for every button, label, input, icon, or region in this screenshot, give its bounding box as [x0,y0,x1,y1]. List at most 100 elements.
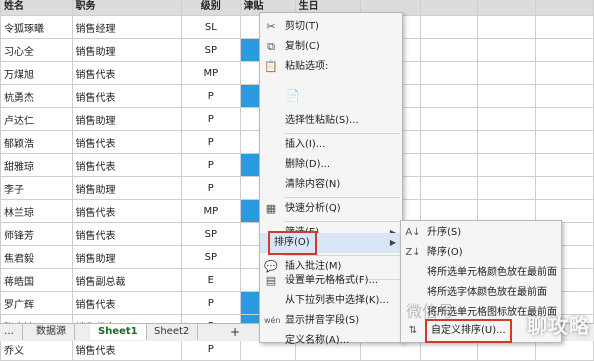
name-cell[interactable]: 蒋皓国 [0,268,73,292]
title-cell[interactable]: 销售助理 [71,107,183,131]
header-level[interactable]: 级别 [181,0,241,16]
name-cell[interactable]: 李子 [0,176,73,200]
menu-item-phonetic[interactable]: wén 显示拼音字段(S) [260,311,402,331]
title-cell[interactable]: 销售代表 [71,84,183,108]
title-cell[interactable]: 销售代表 [71,130,183,154]
context-menu: ✂ 剪切(T) ⧉ 复制(C) 📋 粘贴选项: 📄 选择性粘贴(S)... 插入(I)… [259,12,403,346]
name-cell[interactable]: 令狐琢曦 [0,15,73,39]
name-cell[interactable]: 习心全 [0,38,73,62]
empty-cell[interactable] [419,84,479,108]
title-cell[interactable]: 销售代表 [71,222,183,246]
title-cell[interactable]: 销售代表 [71,291,183,315]
header-title[interactable]: 职务 [71,0,183,16]
header-empty[interactable] [535,0,594,16]
menu-item-format-cells[interactable]: ▤ 设置单元格格式(F)... [260,271,402,291]
menu-item-clear[interactable]: 清除内容(N) [260,175,402,195]
menu-item-pick-list[interactable]: 从下拉列表中选择(K)... [260,291,402,311]
level-cell[interactable]: P [181,176,241,200]
submenu-item-descending[interactable]: Z↓ 降序(O) [401,243,561,263]
level-cell[interactable]: E [181,268,241,292]
level-cell[interactable]: P [181,107,241,131]
menu-item-delete[interactable]: 删除(D)... [260,155,402,175]
empty-cell[interactable] [419,61,479,85]
menu-item-define-name[interactable]: 定义名称(A)... [260,331,402,351]
submenu-item-label: 升序(S) [427,227,462,238]
empty-cell[interactable] [419,38,479,62]
title-cell[interactable]: 销售经理 [71,15,183,39]
empty-cell[interactable] [535,176,594,200]
name-cell[interactable]: 杭勇杰 [0,84,73,108]
submenu-item-ascending[interactable]: A↓ 升序(S) [401,223,561,243]
title-cell[interactable]: 销售助理 [71,38,183,62]
add-sheet-button[interactable]: + [222,324,248,340]
name-cell[interactable]: 师锋芳 [0,222,73,246]
empty-cell[interactable] [477,61,537,85]
menu-item-copy[interactable]: ⧉ 复制(C) [260,37,402,57]
name-cell[interactable]: 卢达仁 [0,107,73,131]
level-cell[interactable]: SP [181,222,241,246]
menu-item-insert[interactable]: 插入(I)... [260,135,402,155]
empty-cell[interactable] [419,153,479,177]
level-cell[interactable]: MP [181,61,241,85]
empty-cell[interactable] [477,153,537,177]
empty-cell[interactable] [477,176,537,200]
name-cell[interactable]: 万煤旭 [0,61,73,85]
header-empty[interactable] [477,0,537,16]
scissors-icon: ✂ [266,20,276,33]
submenu-item-cell-color-top[interactable]: 将所选单元格颜色放在最前面 [401,263,561,283]
name-cell[interactable]: 郁颖浩 [0,130,73,154]
empty-cell[interactable] [419,130,479,154]
submenu-arrow-icon: ▶ [389,238,396,247]
level-cell[interactable]: SP [181,38,241,62]
name-cell[interactable]: 甜雅琼 [0,153,73,177]
menu-item-cut[interactable]: ✂ 剪切(T) [260,17,402,37]
empty-cell[interactable] [419,15,479,39]
tab-scroll[interactable]: … [0,324,23,340]
name-cell[interactable]: 焦君毅 [0,245,73,269]
level-cell[interactable]: SL [181,15,241,39]
empty-cell[interactable] [419,107,479,131]
title-cell[interactable]: 销售助理 [71,176,183,200]
empty-cell[interactable] [477,38,537,62]
menu-divider [284,221,400,222]
menu-item-paste-special[interactable]: 选择性粘贴(S)... [260,111,402,131]
empty-cell[interactable] [535,130,594,154]
level-cell[interactable]: SP [181,245,241,269]
tab-data-source[interactable]: 数据源 [28,324,75,340]
phonetic-icon: wén [264,316,281,325]
name-cell[interactable]: 罗广辉 [0,291,73,315]
empty-cell[interactable] [535,15,594,39]
name-cell[interactable]: 林兰琼 [0,199,73,223]
paste-option-button[interactable]: 📄 [260,83,402,109]
empty-cell[interactable] [419,176,479,200]
empty-cell[interactable] [477,84,537,108]
level-cell[interactable]: P [181,153,241,177]
sort-descending-icon: Z↓ [405,247,421,258]
menu-item-quick-analysis[interactable]: ▦ 快速分析(Q) [260,199,402,219]
empty-cell[interactable] [535,61,594,85]
title-cell[interactable]: 销售代表 [71,153,183,177]
menu-item-label: 显示拼音字段(S) [285,315,360,326]
title-cell[interactable]: 销售助理 [71,245,183,269]
title-cell[interactable]: 销售副总裁 [71,268,183,292]
tab-sheet2[interactable]: Sheet2 [146,324,199,340]
level-cell[interactable]: P [181,84,241,108]
empty-cell[interactable] [535,153,594,177]
empty-cell[interactable] [477,15,537,39]
empty-cell[interactable] [535,38,594,62]
tab-sheet1[interactable]: Sheet1 [90,324,147,340]
menu-item-label: 快速分析(Q) [285,203,341,214]
empty-cell[interactable] [477,130,537,154]
level-cell[interactable]: P [181,130,241,154]
empty-cell[interactable] [535,84,594,108]
custom-sort-icon: ⇅ [408,325,418,336]
menu-item-sort[interactable]: ⇅排序(O)▶ [260,231,402,255]
title-cell[interactable]: 销售代表 [71,61,183,85]
level-cell[interactable]: P [181,291,241,315]
header-empty[interactable] [419,0,479,16]
empty-cell[interactable] [477,107,537,131]
empty-cell[interactable] [535,107,594,131]
header-name[interactable]: 姓名 [0,0,73,16]
title-cell[interactable]: 销售代表 [71,199,183,223]
level-cell[interactable]: MP [181,199,241,223]
